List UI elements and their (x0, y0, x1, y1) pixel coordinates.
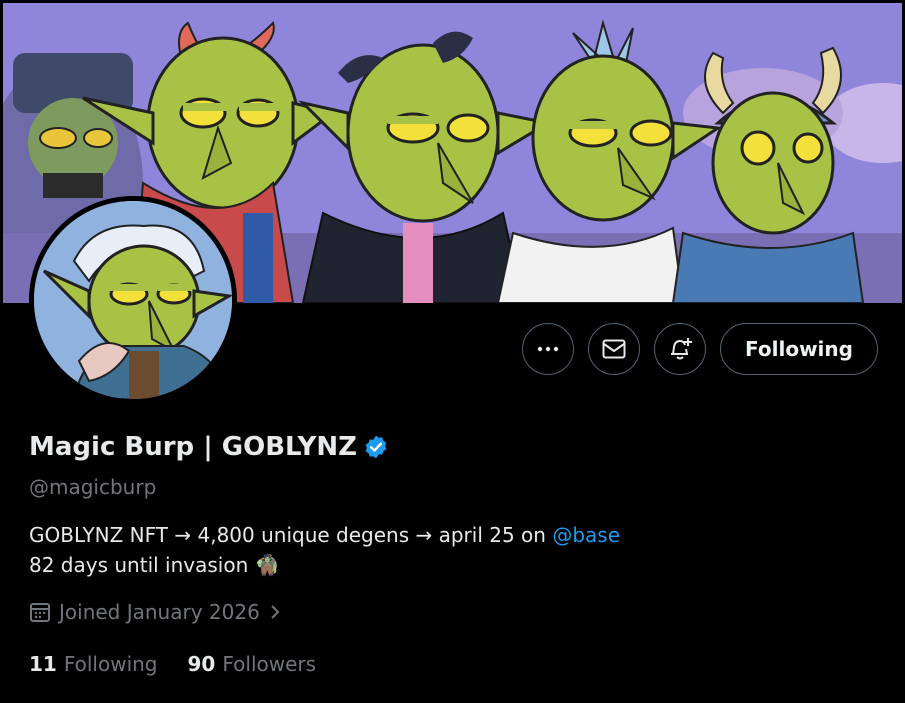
following-button[interactable]: Following (720, 323, 878, 375)
notifications-button[interactable] (654, 323, 706, 375)
calendar-icon (30, 603, 50, 622)
following-stat-link[interactable]: 11 Following (29, 652, 158, 676)
following-count: 11 (29, 652, 57, 676)
envelope-icon (602, 339, 626, 359)
profile-name-row: Magic Burp | GOBLYNZ (29, 432, 389, 462)
bio-line-1: GOBLYNZ NFT → 4,800 unique degens → apri… (29, 520, 620, 550)
base-mention-link[interactable]: @base (552, 523, 620, 547)
profile-handle: @magicburp (29, 475, 157, 499)
verified-badge-icon[interactable] (363, 434, 389, 460)
bio-text: GOBLYNZ NFT → 4,800 unique degens → apri… (29, 523, 553, 547)
followers-stat-link[interactable]: 90 Followers (188, 652, 317, 676)
more-icon (537, 346, 559, 352)
message-button[interactable] (588, 323, 640, 375)
followers-count: 90 (187, 652, 216, 676)
avatar-image (34, 201, 232, 399)
follow-stats: 11 Following 90 Followers (29, 652, 346, 676)
avatar[interactable] (29, 196, 237, 404)
following-label: Following (63, 652, 158, 676)
profile-bio: GOBLYNZ NFT → 4,800 unique degens → apri… (29, 520, 620, 580)
goblin-avatar-illustration (34, 201, 232, 399)
followers-label: Followers (222, 652, 317, 676)
chevron-right-icon (271, 605, 280, 619)
more-button[interactable] (522, 323, 574, 375)
display-name: Magic Burp | GOBLYNZ (29, 432, 357, 462)
joined-text: Joined January 2026 (59, 600, 260, 624)
joined-date-row[interactable]: Joined January 2026 (29, 600, 292, 624)
bell-plus-icon (671, 338, 692, 360)
bio-line-2: 82 days until invasion 🧌 (29, 553, 280, 577)
